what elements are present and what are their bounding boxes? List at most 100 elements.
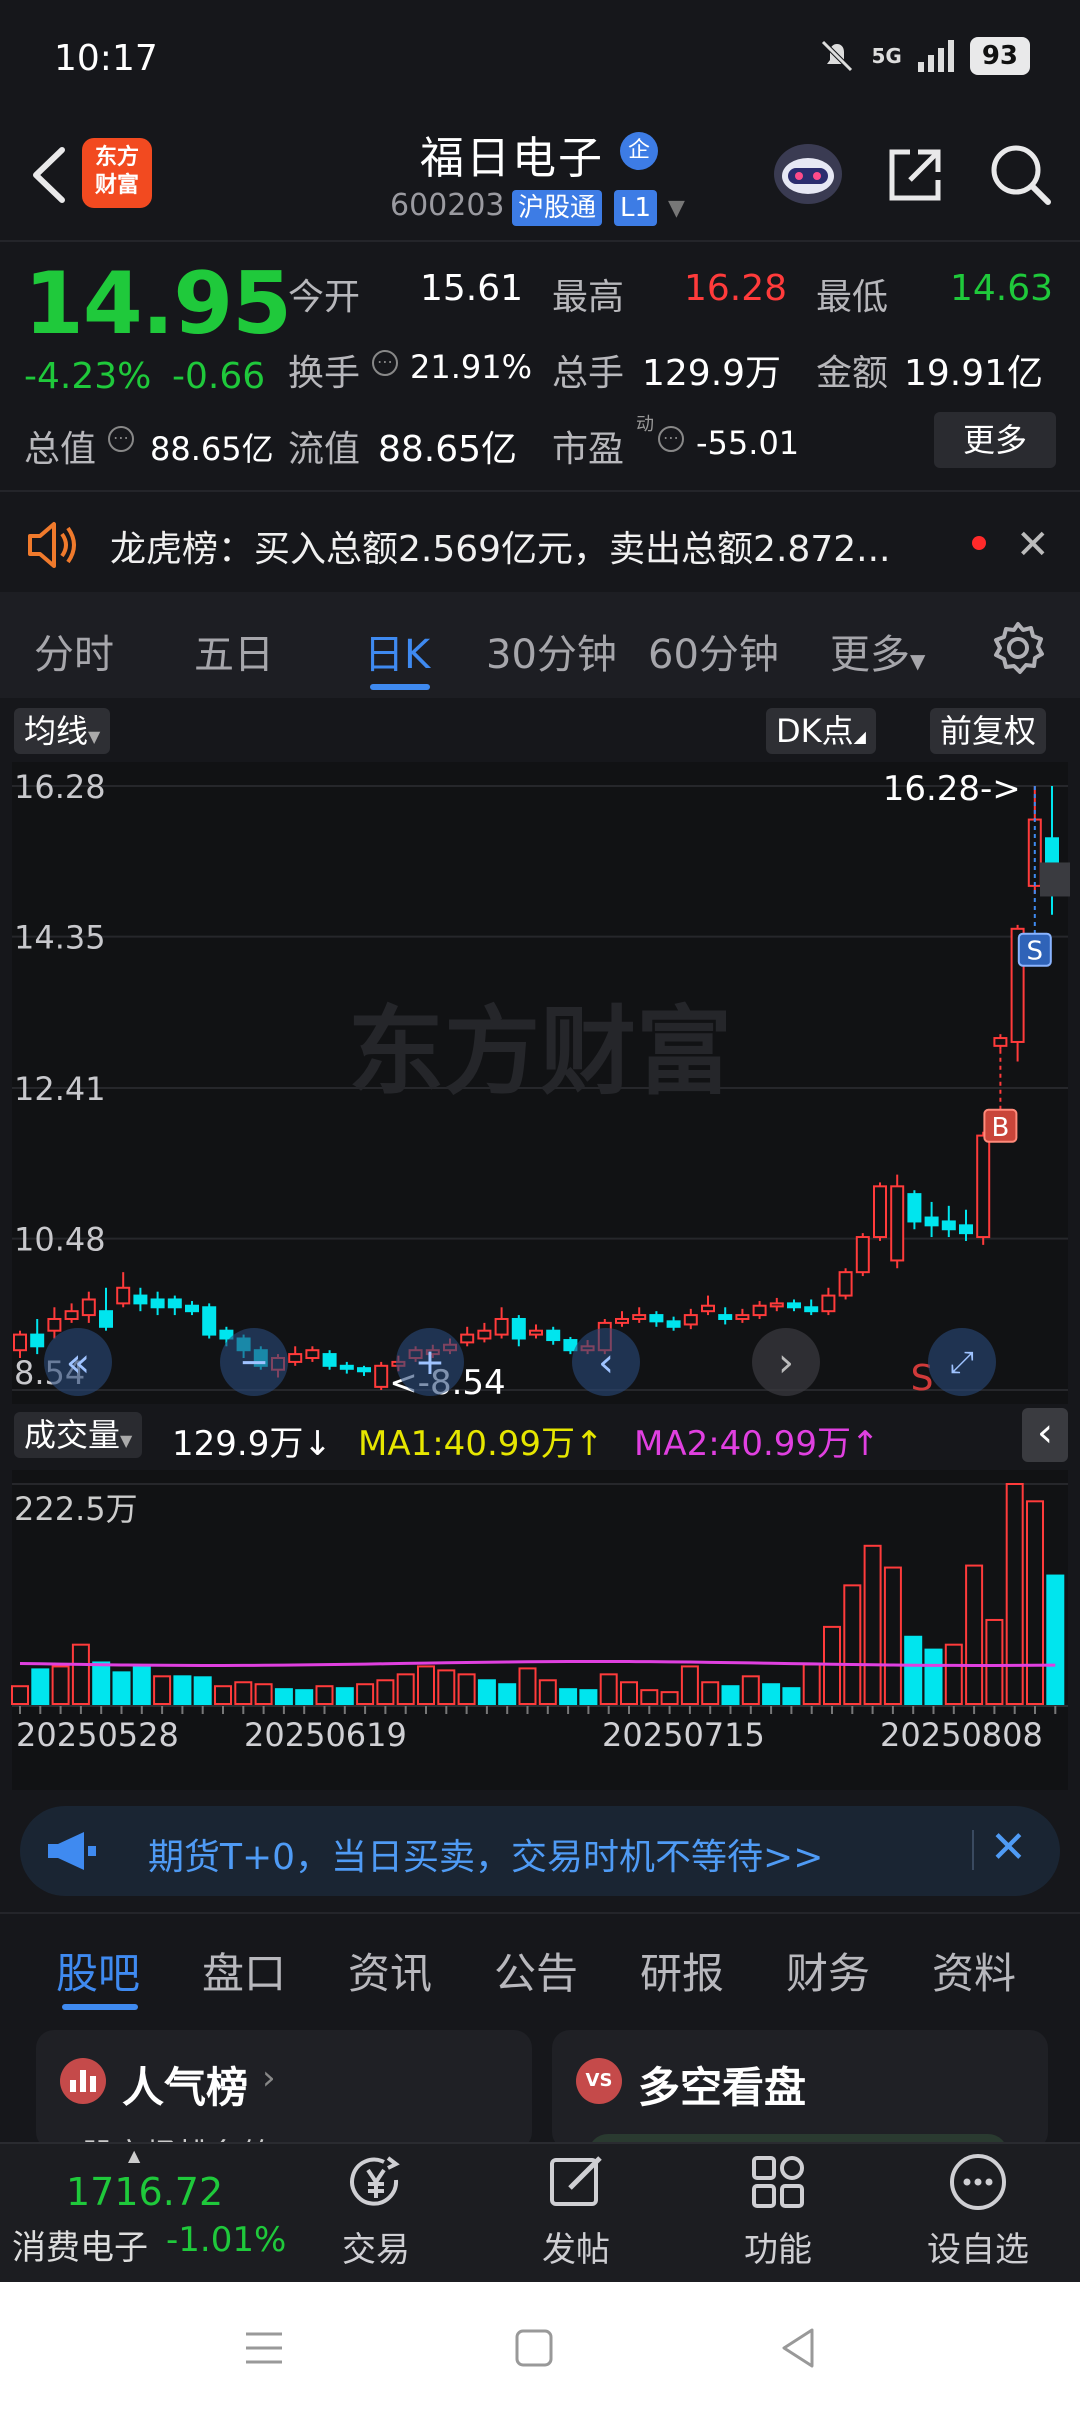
candle-body [305, 1349, 320, 1360]
sector-name[interactable]: 消费电子 [12, 2220, 148, 2269]
corner-caret-icon: ◢ [853, 727, 866, 746]
close-icon[interactable]: ✕ [1016, 522, 1050, 568]
tab-indicator [370, 684, 430, 690]
kline-chart[interactable]: 东方财富 16.2814.3512.4110.488.54 16.28-><-8… [0, 700, 1080, 1820]
candle-body [374, 1364, 389, 1388]
chevron-down-icon[interactable]: ▼ [668, 196, 685, 221]
volume-max-label: 222.5万 [14, 1490, 138, 1528]
volume-bar [71, 1643, 90, 1705]
x-tick-label: 20250528 [16, 1716, 179, 1754]
tab-finance[interactable]: 财务 [786, 1940, 870, 2001]
high-value: 16.28 [684, 268, 788, 309]
high-label: 最高 [552, 277, 625, 318]
tab-news[interactable]: 资讯 [348, 1940, 432, 2001]
tab-60min[interactable]: 60分钟 [648, 622, 779, 680]
enterprise-badge: 企 [620, 132, 658, 170]
info-icon[interactable]: ⋯ [372, 350, 398, 376]
candle-body [924, 1216, 939, 1227]
trade-label: 交易 [342, 2230, 410, 2270]
info-icon[interactable]: ⋯ [658, 426, 684, 452]
tab-profile[interactable]: 资料 [932, 1940, 1016, 2001]
low-label: 最低 [816, 277, 889, 318]
megaphone-icon [48, 1832, 96, 1870]
tab-pankou[interactable]: 盘口 [202, 1940, 286, 2001]
volume-bar [51, 1665, 70, 1705]
volume-bar [559, 1688, 578, 1705]
status-bar: 10:17 5G 93 [0, 0, 1080, 120]
tab-announcements[interactable]: 公告 [494, 1940, 578, 2001]
candle-body [907, 1193, 922, 1223]
close-icon[interactable]: ✕ [990, 1822, 1027, 1873]
volume-bar [254, 1683, 273, 1706]
tab-30min[interactable]: 30分钟 [486, 622, 617, 680]
more-button[interactable]: 更多 [934, 412, 1056, 468]
volume-value: 129.9万↓ [172, 1424, 332, 1464]
network-label: 5G [871, 44, 902, 68]
candle-body [804, 1306, 819, 1313]
dragon-tiger-notice[interactable]: 龙虎榜：买入总额2.569亿元，卖出总额2.872... [110, 520, 930, 572]
volume-bar [1026, 1500, 1044, 1705]
volume-bar [153, 1675, 172, 1706]
volume-bar [802, 1663, 821, 1706]
kline-svg[interactable]: 东方财富 16.2814.3512.4110.488.54 16.28-><-8… [0, 700, 1080, 1820]
chevron-right-icon: › [262, 2058, 276, 2098]
ma-selector[interactable]: 均线▼ [14, 708, 111, 754]
sector-index-value[interactable]: 1716.72 [66, 2170, 223, 2214]
divider [0, 1912, 1080, 1914]
volume-bar [31, 1668, 50, 1705]
candle-body [993, 1037, 1008, 1047]
back-arrow-icon[interactable] [20, 140, 80, 210]
banner-text[interactable]: 期货T+0，当日买卖，交易时机不等待>> [148, 1828, 823, 1880]
share-icon[interactable] [880, 140, 950, 210]
volume-bar [376, 1679, 395, 1705]
info-icon[interactable]: ⋯ [108, 426, 134, 452]
menu-icon[interactable] [244, 2328, 284, 2368]
price-highlight [1040, 862, 1070, 897]
post-button[interactable]: 发帖 [506, 2150, 646, 2270]
collapse-icon[interactable]: ‹ [1022, 1408, 1068, 1462]
functions-button[interactable]: 功能 [708, 2150, 848, 2270]
float-mv-value: 88.65亿 [378, 429, 518, 470]
adjust-button[interactable]: 前复权 [930, 708, 1047, 754]
volume-bar [620, 1681, 638, 1706]
popularity-card[interactable]: 人气榜 › A股市场排名第 [36, 2030, 532, 2150]
tab-daily-k[interactable]: 日K [364, 622, 430, 680]
back-icon[interactable] [778, 2326, 818, 2370]
volume-bar [173, 1675, 192, 1706]
tab-more[interactable]: 更多▼ [830, 622, 925, 680]
volume-bar [741, 1675, 760, 1706]
volume-selector[interactable]: 成交量▼ [14, 1412, 143, 1458]
candle-body [460, 1333, 475, 1344]
add-watchlist-button[interactable]: 设自选 [908, 2150, 1048, 2270]
home-icon[interactable] [514, 2328, 554, 2368]
turnover-rate-label: 换手 [288, 353, 361, 394]
volume-bar [234, 1681, 253, 1706]
ai-robot-icon[interactable] [770, 138, 846, 208]
candle-body [511, 1317, 526, 1340]
y-tick-label: 16.28 [14, 768, 106, 806]
trade-button[interactable]: 交易 [306, 2150, 446, 2270]
level-badge[interactable]: L1 [614, 190, 658, 226]
search-icon[interactable] [986, 140, 1056, 210]
tab-research[interactable]: 研报 [640, 1940, 724, 2001]
long-short-card[interactable]: VS 多空看盘 [552, 2030, 1048, 2150]
candle-body [666, 1320, 681, 1328]
more-circle-icon [950, 2154, 1006, 2210]
volume-bar [1005, 1483, 1024, 1705]
total-mv-label: 总值 [24, 429, 97, 470]
plus-icon: + [415, 1342, 445, 1383]
mute-icon [821, 40, 854, 72]
candle-body [99, 1310, 113, 1328]
volume-bar [295, 1689, 314, 1705]
tab-guba[interactable]: 股吧 [56, 1940, 140, 2001]
stock-name[interactable]: 福日电子 [420, 122, 604, 186]
gear-icon[interactable] [990, 620, 1046, 676]
tab-minute[interactable]: 分时 [34, 622, 114, 680]
divider [972, 1830, 974, 1870]
chevron-left-icon: ‹ [598, 1340, 614, 1386]
tab-five-day[interactable]: 五日 [194, 622, 274, 680]
volume-bar [1046, 1574, 1065, 1706]
tab-indicator [62, 2004, 138, 2010]
system-nav-bar [0, 2282, 1080, 2412]
dk-button[interactable]: DK点◢ [766, 708, 876, 754]
